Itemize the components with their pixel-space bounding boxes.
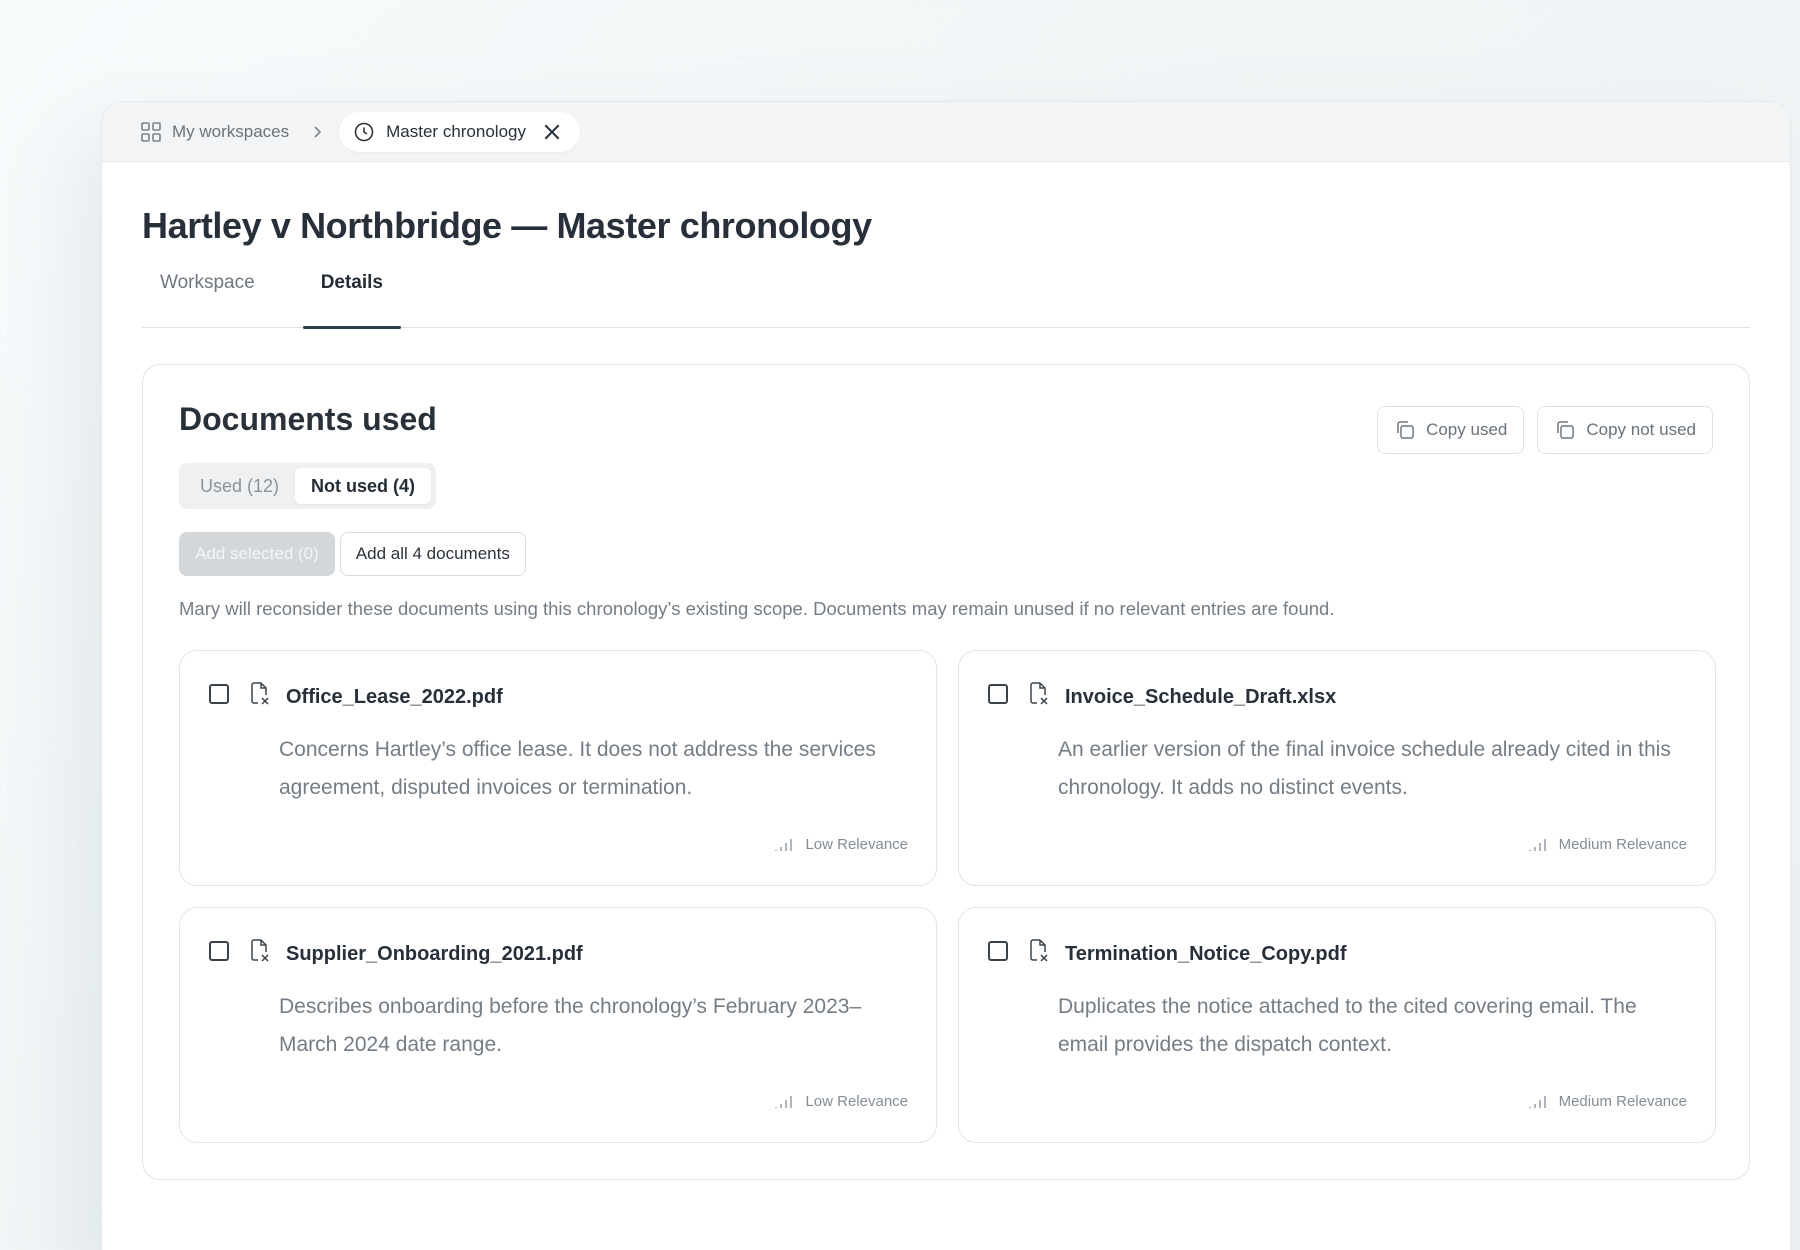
documents-used-card: Documents used Copy used Copy not used U… xyxy=(142,364,1750,1180)
file-excluded-icon xyxy=(251,682,269,705)
chevron-right-icon xyxy=(314,125,322,138)
signal-bars-icon xyxy=(775,1096,793,1108)
document-checkbox[interactable] xyxy=(988,684,1008,704)
relevance-label: Low Relevance xyxy=(805,1092,908,1110)
document-card: Invoice_Schedule_Draft.xlsx An earlier v… xyxy=(958,650,1716,886)
used-filter-toggle: Used (12) Not used (4) xyxy=(179,463,437,509)
main-content: Hartley v Northbridge — Master chronolog… xyxy=(102,162,1790,1180)
breadcrumb-my-workspaces[interactable]: My workspaces xyxy=(140,121,289,143)
page-title: Hartley v Northbridge — Master chronolog… xyxy=(142,205,872,246)
document-checkbox[interactable] xyxy=(209,941,229,961)
copy-used-button[interactable]: Copy used xyxy=(1377,406,1525,454)
page-tabs: Workspace Details xyxy=(142,266,1750,329)
file-excluded-icon xyxy=(1030,939,1048,962)
document-description: Describes onboarding before the chronolo… xyxy=(279,995,862,1056)
relevance-label: Medium Relevance xyxy=(1558,835,1687,853)
copy-not-used-button[interactable]: Copy not used xyxy=(1537,406,1713,454)
reconsider-note: Mary will reconsider these documents usi… xyxy=(179,598,1335,619)
document-card: Supplier_Onboarding_2021.pdf Describes o… xyxy=(179,907,937,1143)
add-selected-button[interactable]: Add selected (0) xyxy=(179,532,335,576)
document-card: Office_Lease_2022.pdf Concerns Hartley’s… xyxy=(179,650,937,886)
signal-bars-icon xyxy=(775,839,793,851)
signal-bars-icon xyxy=(1528,839,1546,851)
bulk-actions: Add selected (0) Add all 4 documents xyxy=(179,532,1713,576)
document-checkbox[interactable] xyxy=(988,941,1008,961)
copy-not-used-label: Copy not used xyxy=(1586,420,1696,439)
tab-workspace[interactable]: Workspace xyxy=(142,266,273,328)
close-icon[interactable] xyxy=(541,121,563,143)
copy-buttons: Copy used Copy not used xyxy=(1377,406,1713,454)
clock-icon xyxy=(354,122,374,141)
active-tab-label: Master chronology xyxy=(386,121,526,141)
copy-icon xyxy=(1397,421,1414,439)
document-card: Termination_Notice_Copy.pdf Duplicates t… xyxy=(958,907,1716,1143)
segment-not-used[interactable]: Not used (4) xyxy=(295,468,432,504)
copy-icon xyxy=(1557,421,1575,439)
document-name: Invoice_Schedule_Draft.xlsx xyxy=(1065,685,1337,708)
grid-icon xyxy=(141,121,161,142)
tab-details[interactable]: Details xyxy=(302,266,402,329)
copy-used-label: Copy used xyxy=(1426,420,1508,439)
document-description: An earlier version of the final invoice … xyxy=(1058,738,1671,799)
relevance-label: Low Relevance xyxy=(805,835,908,853)
document-checkbox[interactable] xyxy=(209,684,229,704)
top-tab-bar: My workspaces Master chronology xyxy=(102,102,1790,162)
app-window: My workspaces Master chronology Hartley … xyxy=(101,101,1791,1250)
segment-used[interactable]: Used (12) xyxy=(184,468,295,504)
add-all-documents-button[interactable]: Add all 4 documents xyxy=(339,532,526,576)
active-workspace-tab[interactable]: Master chronology xyxy=(339,111,580,152)
document-grid: Office_Lease_2022.pdf Concerns Hartley’s… xyxy=(179,650,1716,1143)
file-excluded-icon xyxy=(251,939,269,962)
relevance-indicator: Low Relevance xyxy=(774,835,908,853)
relevance-indicator: Medium Relevance xyxy=(1528,835,1687,853)
document-name: Office_Lease_2022.pdf xyxy=(286,685,503,708)
document-description: Duplicates the notice attached to the ci… xyxy=(1058,995,1637,1056)
document-name: Termination_Notice_Copy.pdf xyxy=(1065,942,1347,965)
document-name: Supplier_Onboarding_2021.pdf xyxy=(286,942,583,965)
relevance-indicator: Low Relevance xyxy=(774,1092,908,1110)
relevance-indicator: Medium Relevance xyxy=(1528,1092,1687,1110)
relevance-label: Medium Relevance xyxy=(1558,1092,1687,1110)
breadcrumb-label: My workspaces xyxy=(172,121,290,141)
file-excluded-icon xyxy=(1030,682,1048,705)
document-description: Concerns Hartley’s office lease. It does… xyxy=(279,738,876,799)
signal-bars-icon xyxy=(1528,1096,1546,1108)
